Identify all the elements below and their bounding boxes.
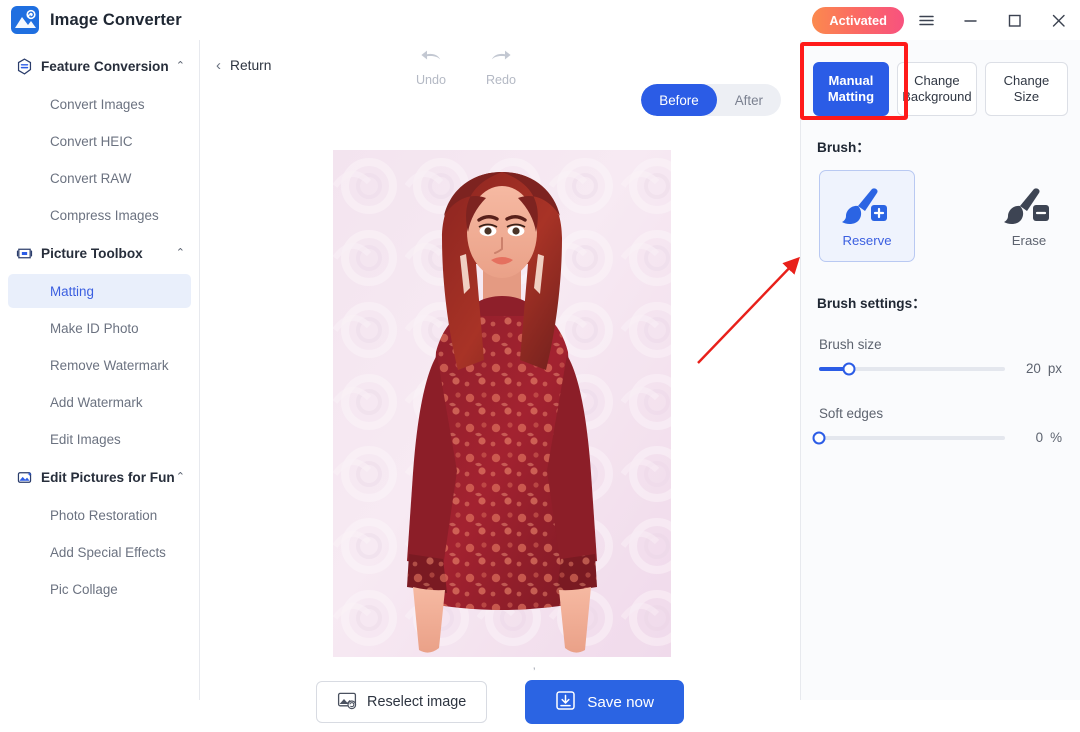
image-canvas[interactable]	[200, 102, 800, 662]
title-bar: Image Converter Activated	[0, 0, 1080, 40]
save-now-button[interactable]: Save now	[525, 680, 684, 724]
brush-size-slider[interactable]	[819, 362, 1005, 375]
sidebar-item-label: Convert HEIC	[50, 133, 133, 149]
sidebar-item-compress-images[interactable]: Compress Images	[8, 198, 191, 232]
brush-options: Reserve Erase	[801, 156, 1080, 262]
download-save-icon	[555, 690, 576, 715]
maximize-icon[interactable]	[992, 0, 1036, 40]
sidebar-group-label: Picture Toolbox	[41, 245, 143, 261]
sidebar: Feature Conversion ⌃ Convert Images Conv…	[0, 40, 200, 700]
sidebar-item-remove-watermark[interactable]: Remove Watermark	[8, 348, 191, 382]
brush-settings-label: Brush settings：	[817, 296, 926, 311]
redo-arrow-icon	[491, 50, 511, 60]
editor-actions: Reselect image Save now	[200, 672, 800, 732]
chevron-up-icon[interactable]: ⌃	[176, 471, 185, 483]
brush-size-thumb[interactable]	[842, 362, 856, 375]
sidebar-item-convert-images[interactable]: Convert Images	[8, 87, 191, 121]
sidebar-group-picture-toolbox[interactable]: Picture Toolbox ⌃	[0, 235, 199, 271]
sidebar-item-convert-heic[interactable]: Convert HEIC	[8, 124, 191, 158]
brush-size-value-group: 20 px	[1026, 361, 1062, 376]
sidebar-item-label: Edit Images	[50, 431, 121, 447]
sidebar-item-label: Remove Watermark	[50, 357, 169, 373]
brush-option-erase[interactable]: Erase	[981, 170, 1077, 262]
sidebar-item-convert-raw[interactable]: Convert RAW	[8, 161, 191, 195]
reselect-image-button[interactable]: Reselect image	[316, 681, 488, 723]
sidebar-item-add-watermark[interactable]: Add Watermark	[8, 385, 191, 419]
sidebar-item-matting[interactable]: Matting	[8, 274, 191, 308]
soft-edges-thumb[interactable]	[812, 431, 826, 444]
editor-area: ‹ Return Undo Redo Before After ’ Resele…	[200, 40, 800, 724]
brush-option-label: Erase	[1011, 232, 1047, 248]
close-icon[interactable]	[1036, 0, 1080, 40]
sidebar-group-label: Feature Conversion	[41, 58, 169, 74]
app-logo-icon	[11, 6, 39, 34]
chevron-up-icon[interactable]: ⌃	[176, 247, 185, 259]
sidebar-item-label: Matting	[50, 283, 94, 299]
save-now-label: Save now	[587, 693, 654, 711]
sidebar-item-label: Add Watermark	[50, 394, 143, 410]
sidebar-item-edit-images[interactable]: Edit Images	[8, 422, 191, 456]
soft-edges-slider[interactable]	[812, 431, 1005, 444]
brush-size-label: Brush size	[819, 337, 882, 352]
brush-size-setting: Brush size 20 px	[801, 337, 1080, 376]
sidebar-item-photo-restoration[interactable]: Photo Restoration	[8, 498, 191, 532]
minimize-icon[interactable]	[948, 0, 992, 40]
soft-edges-unit: %	[1050, 430, 1062, 445]
preview-image[interactable]	[333, 150, 671, 657]
reselect-image-label: Reselect image	[367, 694, 467, 710]
sidebar-item-add-special-effects[interactable]: Add Special Effects	[8, 535, 191, 569]
sidebar-group-label: Edit Pictures for Fun	[41, 469, 175, 485]
soft-edges-setting: Soft edges 0 %	[801, 406, 1080, 445]
sidebar-item-label: Photo Restoration	[50, 507, 158, 523]
redo-label: Redo	[485, 73, 517, 87]
sidebar-item-make-id-photo[interactable]: Make ID Photo	[8, 311, 191, 345]
brush-option-label: Reserve	[842, 232, 892, 248]
undo-arrow-icon	[421, 50, 441, 60]
edit-pictures-for-fun-icon	[16, 469, 33, 486]
feature-conversion-icon	[16, 57, 33, 75]
tab-change-background[interactable]: Change Background	[896, 62, 977, 116]
reselect-image-icon	[337, 690, 357, 714]
brush-size-unit: px	[1047, 361, 1062, 376]
sidebar-item-pic-collage[interactable]: Pic Collage	[8, 572, 191, 606]
brush-plus-icon	[842, 187, 887, 224]
undo-label: Undo	[415, 73, 447, 87]
hamburger-menu-icon[interactable]	[904, 0, 948, 40]
return-button[interactable]: ‹ Return	[216, 58, 271, 73]
panel-tabs: Manual Matting Change Background Change …	[801, 40, 1080, 116]
window-controls: Activated	[812, 0, 1080, 40]
tab-manual-matting[interactable]: Manual Matting	[813, 62, 889, 116]
chevron-up-icon[interactable]: ⌃	[176, 60, 185, 72]
sidebar-item-label: Add Special Effects	[50, 544, 166, 560]
soft-edges-value: 0	[1035, 430, 1044, 445]
chevron-left-icon: ‹	[216, 57, 221, 74]
sidebar-item-label: Convert Images	[50, 96, 145, 112]
sidebar-item-label: Make ID Photo	[50, 320, 139, 336]
undo-redo-group: Undo Redo	[408, 48, 524, 87]
undo-button[interactable]: Undo	[408, 48, 454, 87]
tab-change-size[interactable]: Change Size	[984, 62, 1068, 116]
sidebar-item-label: Pic Collage	[50, 581, 118, 597]
sidebar-item-label: Convert RAW	[50, 170, 132, 186]
return-label: Return	[230, 58, 272, 73]
sidebar-group-edit-pictures-for-fun[interactable]: Edit Pictures for Fun ⌃	[0, 459, 199, 495]
redo-button[interactable]: Redo	[478, 48, 524, 87]
activated-badge[interactable]: Activated	[812, 6, 904, 34]
brush-section-label: Brush：	[817, 140, 870, 155]
brush-minus-icon	[1004, 187, 1049, 224]
brush-option-reserve[interactable]: Reserve	[819, 170, 915, 262]
soft-edges-value-group: 0 %	[1036, 430, 1062, 445]
editor-toolbar: ‹ Return Undo Redo Before After	[200, 40, 800, 116]
sidebar-item-label: Compress Images	[50, 207, 159, 223]
right-panel: Manual Matting Change Background Change …	[800, 40, 1080, 700]
brush-size-value: 20	[1025, 361, 1041, 376]
soft-edges-label: Soft edges	[819, 406, 884, 421]
picture-toolbox-icon	[16, 245, 33, 262]
sidebar-group-feature-conversion[interactable]: Feature Conversion ⌃	[0, 48, 199, 84]
app-title: Image Converter	[50, 10, 182, 29]
